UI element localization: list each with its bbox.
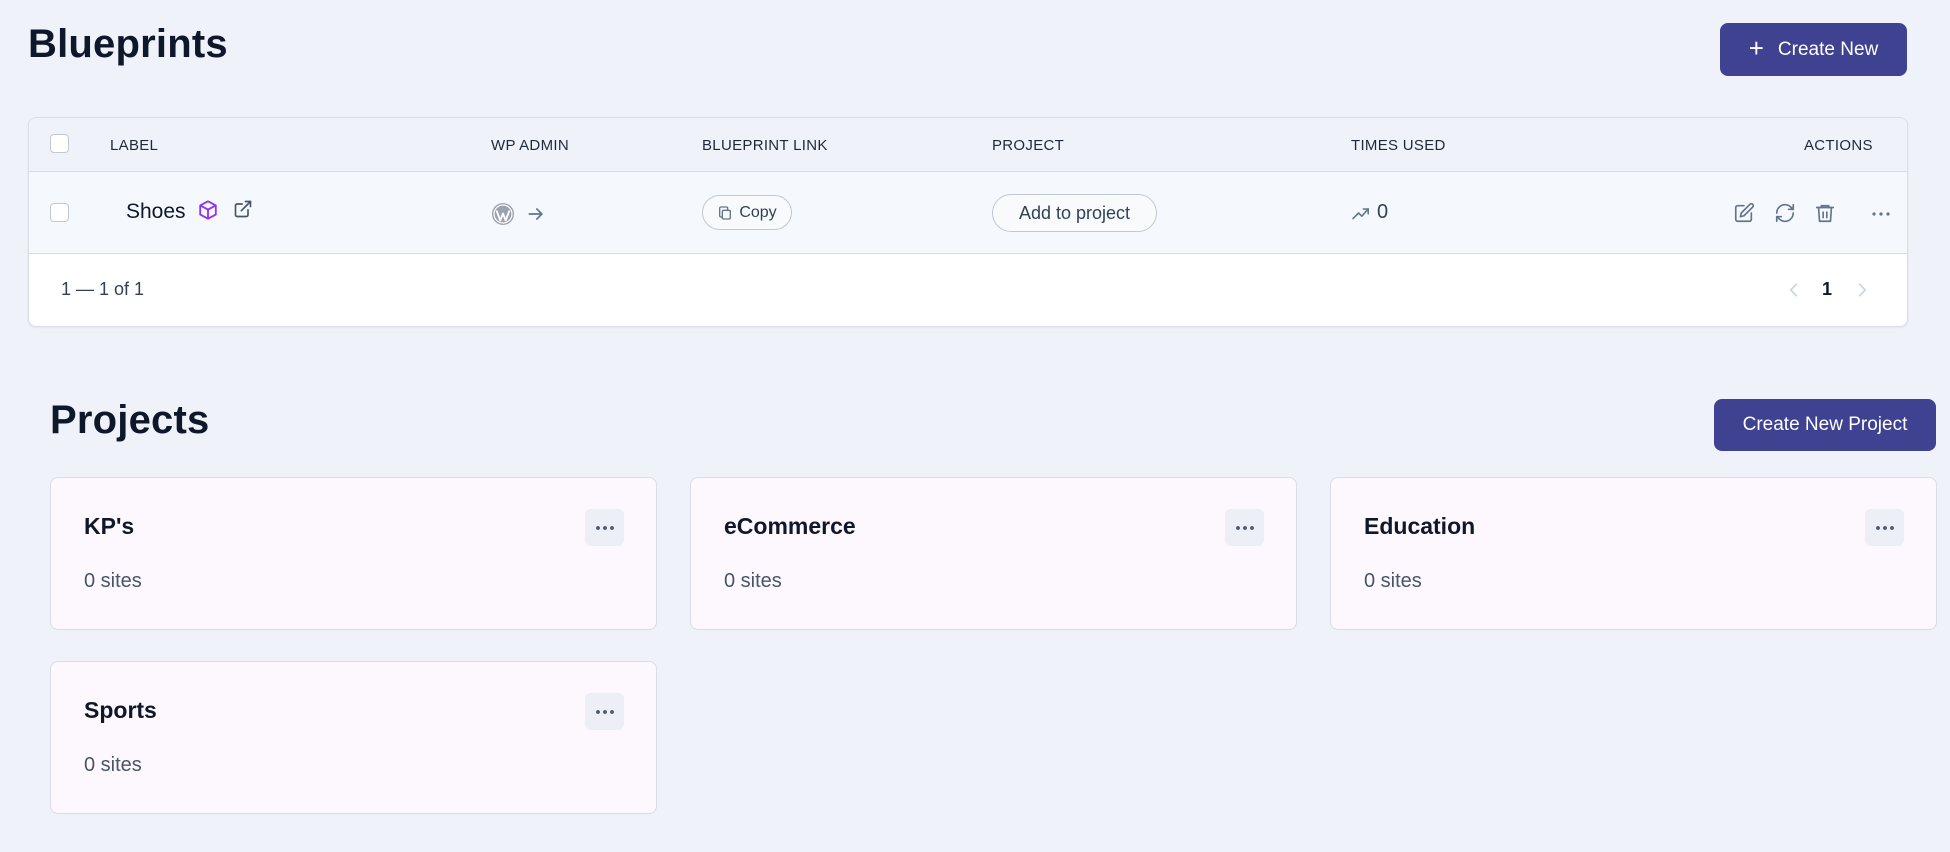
ellipsis-icon — [595, 709, 614, 714]
add-to-project-button[interactable]: Add to project — [992, 194, 1157, 232]
wordpress-icon[interactable] — [491, 202, 515, 226]
copy-link-button[interactable]: Copy — [702, 195, 792, 230]
ellipsis-icon — [1235, 525, 1254, 530]
table-row: Shoes Copy Add to project 0 — [29, 172, 1907, 254]
project-name: Education — [1364, 513, 1476, 539]
project-card[interactable]: eCommerce 0 sites — [690, 477, 1297, 630]
create-new-project-button[interactable]: Create New Project — [1714, 399, 1936, 451]
row-checkbox[interactable] — [50, 203, 69, 222]
edit-icon[interactable] — [1733, 202, 1755, 224]
project-sites: 0 sites — [724, 570, 782, 592]
column-project: PROJECT — [992, 137, 1065, 154]
column-label: LABEL — [110, 137, 159, 154]
column-actions: ACTIONS — [1804, 137, 1873, 154]
project-name: Sports — [84, 697, 157, 723]
blueprints-title: Blueprints — [28, 22, 228, 66]
project-menu-button[interactable] — [585, 509, 624, 546]
ellipsis-icon — [1875, 525, 1894, 530]
select-all-checkbox[interactable] — [50, 134, 69, 153]
blueprints-table: LABEL WP ADMIN BLUEPRINT LINK PROJECT TI… — [28, 117, 1908, 327]
refresh-icon[interactable] — [1774, 202, 1796, 224]
project-card[interactable]: Education 0 sites — [1330, 477, 1937, 630]
ellipsis-icon[interactable] — [1872, 211, 1890, 217]
project-menu-button[interactable] — [1225, 509, 1264, 546]
external-link-icon[interactable] — [233, 199, 253, 219]
cube-icon — [199, 200, 217, 220]
project-menu-button[interactable] — [1865, 509, 1904, 546]
project-card[interactable]: KP's 0 sites — [50, 477, 657, 630]
copy-icon — [719, 205, 732, 220]
column-blueprint-link: BLUEPRINT LINK — [702, 137, 828, 154]
trending-up-icon — [1352, 208, 1369, 220]
project-menu-button[interactable] — [585, 693, 624, 730]
blueprint-label[interactable]: Shoes — [126, 200, 186, 224]
pagination-summary: 1 — 1 of 1 — [61, 279, 145, 299]
project-sites: 0 sites — [1364, 570, 1422, 592]
project-name: eCommerce — [724, 513, 856, 539]
project-sites: 0 sites — [84, 754, 142, 776]
times-used-value: 0 — [1377, 201, 1389, 223]
create-new-label: Create New — [1777, 38, 1879, 60]
chevron-right-icon[interactable] — [1852, 280, 1872, 300]
project-sites: 0 sites — [84, 570, 142, 592]
table-header: LABEL WP ADMIN BLUEPRINT LINK PROJECT TI… — [29, 118, 1907, 172]
trash-icon[interactable] — [1814, 202, 1836, 224]
create-new-button[interactable]: + Create New — [1720, 23, 1907, 76]
arrow-right-icon[interactable] — [526, 204, 546, 224]
copy-label: Copy — [739, 203, 777, 221]
project-card[interactable]: Sports 0 sites — [50, 661, 657, 814]
plus-icon: + — [1748, 33, 1764, 63]
project-name: KP's — [84, 513, 135, 539]
column-wp-admin: WP ADMIN — [491, 137, 569, 154]
ellipsis-icon — [595, 525, 614, 530]
chevron-left-icon[interactable] — [1784, 280, 1804, 300]
column-times-used: TIMES USED — [1351, 137, 1446, 154]
current-page[interactable]: 1 — [1807, 279, 1847, 300]
projects-title: Projects — [50, 398, 210, 442]
